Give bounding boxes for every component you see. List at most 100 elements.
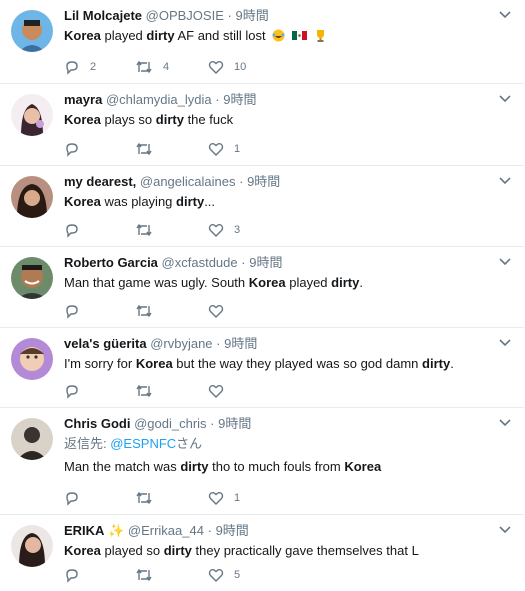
tweet-text-part: Korea bbox=[135, 356, 173, 371]
user-handle[interactable]: @godi_chris bbox=[134, 416, 206, 431]
reply-mention-link[interactable]: @ESPNFC bbox=[110, 436, 176, 451]
mexico-flag-emoji bbox=[291, 31, 307, 40]
like-count: 10 bbox=[234, 61, 247, 73]
retweet-button[interactable] bbox=[135, 140, 163, 158]
avatar[interactable] bbox=[11, 338, 53, 380]
tweet-text-part: Korea bbox=[64, 194, 101, 209]
retweet-icon bbox=[136, 384, 152, 398]
display-name[interactable]: mayra bbox=[64, 92, 102, 107]
timestamp[interactable]: 9時間 bbox=[224, 336, 257, 351]
retweet-icon bbox=[136, 491, 152, 505]
tweet-text-part: Korea bbox=[344, 459, 382, 474]
like-button[interactable] bbox=[208, 302, 234, 320]
retweet-icon bbox=[136, 142, 152, 156]
timestamp[interactable]: 9時間 bbox=[247, 174, 280, 189]
reply-button[interactable]: 2 bbox=[64, 58, 96, 76]
display-name[interactable]: Roberto Garcia bbox=[64, 255, 158, 270]
reply-icon bbox=[66, 143, 78, 157]
retweet-button[interactable] bbox=[135, 302, 163, 320]
user-handle[interactable]: @OPBJOSIE bbox=[146, 8, 224, 23]
timestamp[interactable]: 9時間 bbox=[235, 8, 268, 23]
reply-button[interactable] bbox=[64, 140, 90, 158]
like-button[interactable]: 5 bbox=[208, 566, 240, 584]
display-name[interactable]: Chris Godi bbox=[64, 416, 130, 431]
tweet-text-part: dirty bbox=[180, 459, 209, 474]
user-handle[interactable]: @rvbyjane bbox=[150, 336, 212, 351]
separator-dot: · bbox=[210, 416, 215, 431]
tweet-item[interactable]: my dearest, @angelicalaines · 9時間 Korea … bbox=[0, 166, 524, 247]
tweet-item[interactable]: Roberto Garcia @xcfastdude · 9時間 Man tha… bbox=[0, 247, 524, 328]
retweet-button[interactable] bbox=[135, 382, 163, 400]
like-button[interactable] bbox=[208, 382, 234, 400]
tweet-text: Korea plays so dirty the fuck bbox=[64, 111, 494, 129]
avatar[interactable] bbox=[11, 94, 53, 136]
tweet-item[interactable]: mayra @chlamydia_lydia · 9時間 Korea plays… bbox=[0, 84, 524, 166]
avatar[interactable] bbox=[11, 10, 53, 52]
like-button[interactable]: 1 bbox=[208, 140, 240, 158]
tweet-text-part: AF and still lost bbox=[174, 28, 266, 43]
tweet-text-part: Man the match was bbox=[64, 459, 181, 474]
like-button[interactable]: 3 bbox=[208, 221, 240, 239]
retweet-button[interactable] bbox=[135, 221, 163, 239]
tweet-text: Man the match was dirty tho to much foul… bbox=[64, 458, 494, 476]
like-button[interactable]: 10 bbox=[208, 58, 246, 76]
timestamp[interactable]: 9時間 bbox=[218, 416, 251, 431]
trophy-emoji bbox=[316, 30, 324, 42]
tweet-text-part: dirty bbox=[176, 194, 205, 209]
heart-icon bbox=[208, 305, 224, 318]
chevron-down-icon[interactable] bbox=[498, 92, 512, 106]
heart-icon bbox=[208, 569, 224, 582]
tweet-item[interactable]: vela's güerita @rvbyjane · 9時間 I'm sorry… bbox=[0, 328, 524, 408]
display-name[interactable]: vela's güerita bbox=[64, 336, 147, 351]
tweet-text-part: plays so bbox=[100, 112, 156, 127]
avatar[interactable] bbox=[11, 525, 53, 567]
avatar[interactable] bbox=[11, 418, 53, 460]
heart-icon bbox=[208, 143, 224, 156]
heart-icon bbox=[208, 492, 224, 505]
display-name[interactable]: Lil Molcajete bbox=[64, 8, 142, 23]
retweet-button[interactable]: 4 bbox=[135, 58, 169, 76]
reply-button[interactable] bbox=[64, 302, 90, 320]
reply-count: 2 bbox=[90, 61, 97, 73]
reply-icon bbox=[66, 492, 78, 506]
reply-context: 返信先: @ESPNFCさん bbox=[64, 435, 494, 453]
timestamp[interactable]: 9時間 bbox=[249, 255, 282, 270]
chevron-down-icon[interactable] bbox=[498, 255, 512, 269]
chevron-down-icon[interactable] bbox=[498, 8, 512, 22]
separator-dot: · bbox=[239, 174, 244, 189]
tweet-text-part: I'm sorry for bbox=[64, 356, 136, 371]
retweet-icon bbox=[136, 223, 152, 237]
tweet-text-part: dirty bbox=[163, 543, 192, 558]
tweet-text-part: they practically gave themselves that L bbox=[191, 543, 419, 558]
reply-button[interactable] bbox=[64, 382, 90, 400]
timestamp[interactable]: 9時間 bbox=[216, 523, 249, 538]
chevron-down-icon[interactable] bbox=[498, 174, 512, 188]
display-name[interactable]: my dearest, bbox=[64, 174, 136, 189]
tweet-item[interactable]: ERIKA ✨ @Errikaa_44 · 9時間 Korea played s… bbox=[0, 515, 524, 591]
reply-button[interactable] bbox=[64, 489, 90, 507]
user-handle[interactable]: @xcfastdude bbox=[162, 255, 238, 270]
retweet-button[interactable] bbox=[135, 566, 163, 584]
reply-button[interactable] bbox=[64, 221, 90, 239]
reply-prefix: 返信先: bbox=[64, 436, 111, 451]
retweet-button[interactable] bbox=[135, 489, 163, 507]
avatar[interactable] bbox=[11, 176, 53, 218]
chevron-down-icon[interactable] bbox=[498, 336, 512, 350]
tweet-text-part: played bbox=[100, 28, 147, 43]
avatar[interactable] bbox=[11, 257, 53, 299]
chevron-down-icon[interactable] bbox=[498, 523, 512, 537]
user-handle[interactable]: @chlamydia_lydia bbox=[106, 92, 212, 107]
tweet-item[interactable]: Chris Godi @godi_chris · 9時間 返信先: @ESPNF… bbox=[0, 408, 524, 515]
user-handle[interactable]: @angelicalaines bbox=[140, 174, 236, 189]
display-name[interactable]: ERIKA bbox=[64, 523, 104, 538]
chevron-down-icon[interactable] bbox=[498, 416, 512, 430]
tweet-text: Korea played dirty AF and still lost bbox=[64, 27, 494, 45]
tweet-text: Man that game was ugly. South Korea play… bbox=[64, 274, 494, 292]
tweet-text-part: dirty bbox=[146, 28, 175, 43]
tweet-item[interactable]: Lil Molcajete @OPBJOSIE · 9時間 Korea play… bbox=[0, 0, 524, 84]
timestamp[interactable]: 9時間 bbox=[223, 92, 256, 107]
tweet-text-part: Korea bbox=[248, 275, 286, 290]
reply-button[interactable] bbox=[64, 566, 90, 584]
user-handle[interactable]: @Errikaa_44 bbox=[128, 523, 204, 538]
like-button[interactable]: 1 bbox=[208, 489, 240, 507]
